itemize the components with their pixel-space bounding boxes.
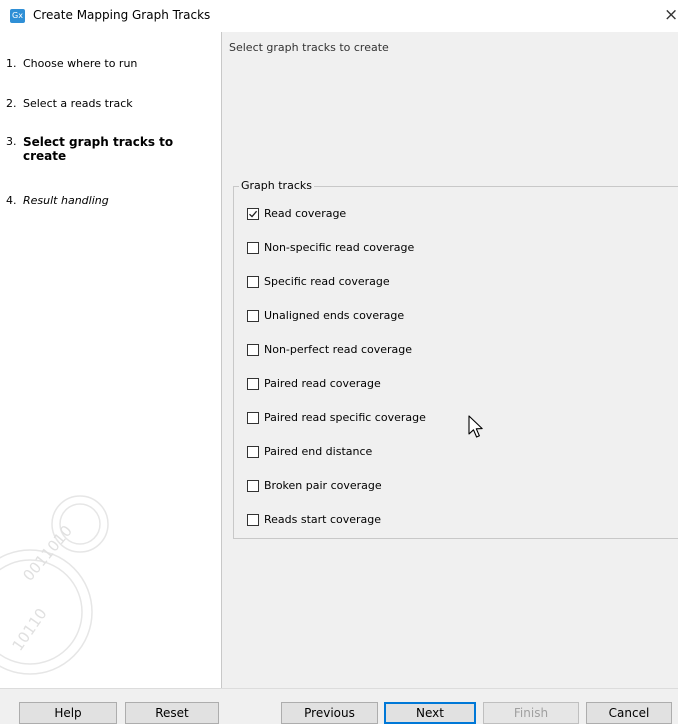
checkbox[interactable] [247, 207, 259, 220]
checkbox[interactable] [247, 343, 259, 356]
graph-tracks-group: Graph tracks Read coverage Non-specific … [233, 179, 678, 539]
svg-text:10110: 10110 [9, 605, 51, 654]
option-label: Specific read coverage [264, 275, 390, 288]
finish-button: Finish [483, 702, 579, 724]
option-label: Broken pair coverage [264, 479, 382, 492]
step-select-reads-track: 2. Select a reads track [6, 97, 133, 110]
step-number: 4. [6, 194, 17, 207]
checkbox[interactable] [247, 241, 259, 254]
step-label: Select graph tracks to create [23, 135, 174, 163]
wizard-steps-panel: 1. Choose where to run 2. Select a reads… [0, 32, 221, 688]
option-specific-read-coverage[interactable]: Specific read coverage [247, 275, 390, 288]
app-icon: Gx [10, 9, 25, 23]
option-paired-read-specific-coverage[interactable]: Paired read specific coverage [247, 411, 426, 424]
option-reads-start-coverage[interactable]: Reads start coverage [247, 513, 381, 526]
checkbox[interactable] [247, 275, 259, 288]
title-bar: Gx Create Mapping Graph Tracks × [0, 0, 678, 32]
step-select-graph-tracks: 3. Select graph tracks to create [6, 135, 211, 163]
checkbox[interactable] [247, 445, 259, 458]
option-label: Non-perfect read coverage [264, 343, 413, 356]
close-icon[interactable]: × [664, 5, 678, 25]
step-label: Choose where to run [23, 57, 138, 70]
cancel-button[interactable]: Cancel [586, 702, 672, 724]
button-bar: Help Reset Previous Next Finish Cancel [0, 688, 678, 724]
step-number: 1. [6, 57, 17, 70]
step-label: Select a reads track [23, 97, 133, 110]
step-number: 3. [6, 135, 17, 148]
option-paired-end-distance[interactable]: Paired end distance [247, 445, 372, 458]
binary-watermark: 0011010 10110 [0, 495, 109, 675]
window-title: Create Mapping Graph Tracks [33, 8, 211, 22]
checkbox[interactable] [247, 377, 259, 390]
option-label: Paired read coverage [264, 377, 381, 390]
option-unaligned-ends-coverage[interactable]: Unaligned ends coverage [247, 309, 404, 322]
checkbox[interactable] [247, 411, 259, 424]
step-choose-where-to-run: 1. Choose where to run [6, 57, 137, 70]
reset-button[interactable]: Reset [125, 702, 219, 724]
option-non-perfect-read-coverage[interactable]: Non-perfect read coverage [247, 343, 412, 356]
main-content: Select graph tracks to create Graph trac… [222, 32, 678, 688]
option-broken-pair-coverage[interactable]: Broken pair coverage [247, 479, 382, 492]
help-button[interactable]: Help [19, 702, 117, 724]
option-label: Read coverage [264, 207, 347, 220]
previous-button[interactable]: Previous [281, 702, 378, 724]
option-label: Paired end distance [264, 445, 373, 458]
checkbox[interactable] [247, 309, 259, 322]
checkbox[interactable] [247, 479, 259, 492]
checkmark-icon [249, 210, 258, 218]
mouse-cursor-icon [468, 415, 483, 438]
option-label: Non-specific read coverage [264, 241, 415, 254]
option-non-specific-read-coverage[interactable]: Non-specific read coverage [247, 241, 414, 254]
group-label: Graph tracks [239, 179, 314, 192]
option-label: Unaligned ends coverage [264, 309, 405, 322]
next-button[interactable]: Next [384, 702, 476, 724]
step-result-handling: 4. Result handling [6, 194, 109, 207]
step-label: Result handling [23, 194, 109, 207]
option-label: Reads start coverage [264, 513, 382, 526]
option-read-coverage[interactable]: Read coverage [247, 207, 346, 220]
page-title: Select graph tracks to create [229, 41, 389, 54]
checkbox[interactable] [247, 513, 259, 526]
step-number: 2. [6, 97, 17, 110]
option-paired-read-coverage[interactable]: Paired read coverage [247, 377, 381, 390]
option-label: Paired read specific coverage [264, 411, 426, 424]
